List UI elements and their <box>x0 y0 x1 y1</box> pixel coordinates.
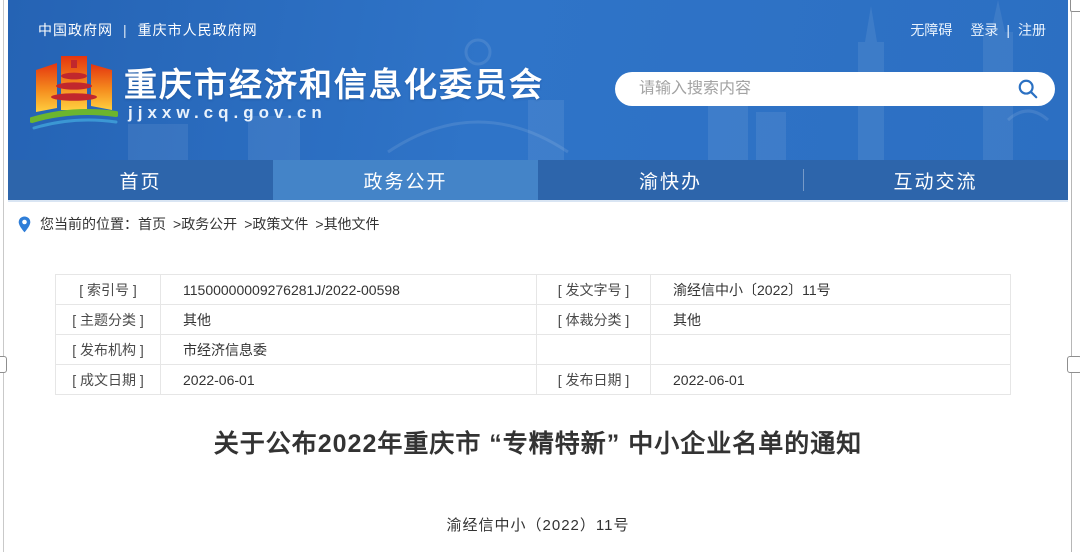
meta-value-subject-category: 其他 <box>161 305 537 335</box>
meta-label-index-number: [ 索引号 ] <box>56 275 161 305</box>
meta-label-publish-date: [ 发布日期 ] <box>537 365 651 395</box>
article-title: 关于公布2022年重庆市 “专精特新” 中小企业名单的通知 <box>8 424 1068 460</box>
nav-tab-gov-affairs[interactable]: 政务公开 <box>273 160 538 200</box>
left-edge-marker <box>0 356 7 373</box>
meta-value-written-date: 2022-06-01 <box>161 365 537 395</box>
breadcrumb-separator: > <box>173 216 181 232</box>
user-links-separator: | <box>1006 22 1010 38</box>
meta-value-empty <box>651 335 1011 365</box>
gov-links-separator: | <box>123 22 128 38</box>
table-row: [ 主题分类 ] 其他 [ 体裁分类 ] 其他 <box>56 305 1011 335</box>
main-nav: 首页 政务公开 渝快办 互动交流 <box>8 160 1068 200</box>
meta-value-publish-date: 2022-06-01 <box>651 365 1011 395</box>
meta-label-empty <box>537 335 651 365</box>
document-meta-table: [ 索引号 ] 11500000009276281J/2022-00598 [ … <box>55 274 1011 395</box>
meta-value-index-number: 11500000009276281J/2022-00598 <box>161 275 537 305</box>
page: 中国政府网|重庆市人民政府网 无障碍登录|注册 重庆市经济和信息化委 <box>0 0 1080 552</box>
scrollbar-thumb[interactable] <box>1067 356 1080 373</box>
site-domain: jjxxw.cq.gov.cn <box>128 103 327 123</box>
scrollbar-top-nub[interactable] <box>1070 0 1080 12</box>
login-link[interactable]: 登录 <box>970 22 998 38</box>
article-doc-number: 渝经信中小（2022）11号 <box>8 514 1068 535</box>
table-row: [ 成文日期 ] 2022-06-01 [ 发布日期 ] 2022-06-01 <box>56 365 1011 395</box>
site-banner: 中国政府网|重庆市人民政府网 无障碍登录|注册 重庆市经济和信息化委 <box>8 0 1068 160</box>
search-box <box>615 72 1055 106</box>
breadcrumb-separator: > <box>315 216 323 232</box>
meta-label-subject-category: [ 主题分类 ] <box>56 305 161 335</box>
meta-value-genre-category: 其他 <box>651 305 1011 335</box>
table-row: [ 发布机构 ] 市经济信息委 <box>56 335 1011 365</box>
accessibility-link[interactable]: 无障碍 <box>910 22 952 38</box>
nav-underline <box>8 200 1068 202</box>
breadcrumb-separator: > <box>244 216 252 232</box>
link-cq-gov[interactable]: 重庆市人民政府网 <box>138 22 258 38</box>
site-title[interactable]: 重庆市经济和信息化委员会 <box>124 58 544 106</box>
breadcrumb-item-gov-affairs[interactable]: 政务公开 <box>181 214 237 234</box>
site-logo-icon[interactable] <box>30 50 118 142</box>
right-border-line <box>1071 12 1072 552</box>
nav-tab-yukuaiban[interactable]: 渝快办 <box>538 160 803 200</box>
location-pin-icon <box>18 216 31 233</box>
meta-value-doc-symbol: 渝经信中小〔2022〕11号 <box>651 275 1011 305</box>
search-input[interactable] <box>615 80 1017 98</box>
breadcrumb-item-home[interactable]: 首页 <box>138 214 166 234</box>
search-icon[interactable] <box>1017 78 1039 100</box>
breadcrumb-prefix: 您当前的位置： <box>40 214 138 234</box>
breadcrumb-item-other-files[interactable]: 其他文件 <box>324 214 380 234</box>
register-link[interactable]: 注册 <box>1018 22 1046 38</box>
meta-value-issuing-agency: 市经济信息委 <box>161 335 537 365</box>
left-border-line <box>3 0 4 552</box>
nav-tab-home[interactable]: 首页 <box>8 160 273 200</box>
meta-label-written-date: [ 成文日期 ] <box>56 365 161 395</box>
user-links: 无障碍 登录 | 注册 <box>910 20 1046 40</box>
nav-tab-interaction[interactable]: 互动交流 <box>803 160 1068 200</box>
gov-links: 中国政府网 | 重庆市人民政府网 <box>38 20 258 40</box>
breadcrumb: 您当前的位置： 首页 > 政务公开 > 政策文件 > 其他文件 <box>18 213 380 235</box>
breadcrumb-item-policy-files[interactable]: 政策文件 <box>252 214 308 234</box>
link-china-gov[interactable]: 中国政府网 <box>38 22 113 38</box>
meta-label-genre-category: [ 体裁分类 ] <box>537 305 651 335</box>
table-row: [ 索引号 ] 11500000009276281J/2022-00598 [ … <box>56 275 1011 305</box>
meta-label-doc-symbol: [ 发文字号 ] <box>537 275 651 305</box>
meta-label-issuing-agency: [ 发布机构 ] <box>56 335 161 365</box>
